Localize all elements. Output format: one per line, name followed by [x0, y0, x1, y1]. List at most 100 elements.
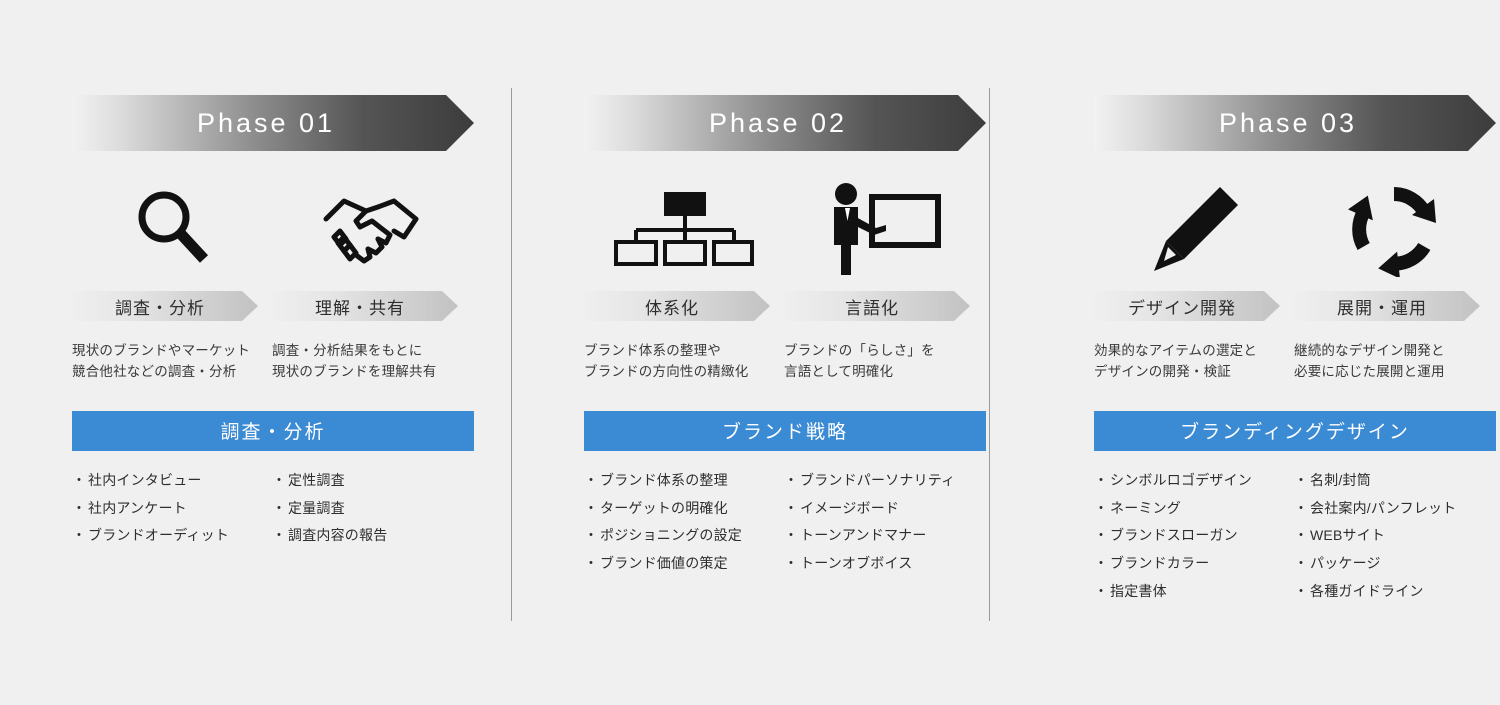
list-item: ・指定書体: [1094, 578, 1294, 606]
list-item-label: 定性調査: [288, 471, 345, 488]
description-1-1: 現状のブランドやマーケット 競合他社などの調査・分析: [72, 343, 251, 379]
sublabel-text-2-2: 言語化: [845, 298, 899, 318]
sublabel-banner-3-2: 展開・運用: [1294, 291, 1480, 321]
list-item-label: ブランド価値の策定: [600, 555, 728, 571]
list-item: ・定量調査: [272, 495, 472, 523]
list-item: ・イメージボード: [784, 495, 1004, 523]
bullet-marker-icon: ・: [272, 527, 287, 544]
list-item: ・ネーミング: [1094, 495, 1294, 523]
list-item: ・各種ガイドライン: [1294, 578, 1500, 606]
description-2-1: ブランド体系の整理や ブランドの方向性の精緻化: [584, 343, 749, 379]
bullet-marker-icon: ・: [784, 471, 799, 488]
sublabel-row-3: デザイン開発 展開・運用: [1094, 291, 1500, 321]
pencil-icon: [1094, 179, 1294, 279]
description-1-2: 調査・分析結果をもとに 現状のブランドを理解共有: [272, 343, 437, 379]
sublabel-text-2-1: 体系化: [645, 298, 699, 318]
list-item-label: 指定書体: [1110, 582, 1167, 599]
list-item: ・社内インタビュー: [72, 467, 272, 495]
sublabel-banner-2-1: 体系化: [584, 291, 770, 321]
bullet-marker-icon: ・: [1294, 582, 1309, 599]
org-chart-icon: [584, 179, 784, 279]
list-item: ・トーンアンドマナー: [784, 522, 1004, 550]
list-item-label: 会社案内/パンフレット: [1310, 499, 1457, 516]
bullet-marker-icon: ・: [1094, 555, 1109, 571]
bullet-marker-icon: ・: [1294, 527, 1309, 544]
bullet-marker-icon: ・: [1094, 499, 1109, 516]
sublabel-row-1: 調査・分析 理解・共有: [72, 291, 552, 321]
phase-title-3: Phase 03: [1218, 107, 1358, 138]
bullet-marker-icon: ・: [1294, 555, 1309, 571]
bullet-row-1: ・社内インタビュー ・社内アンケート ・ブランドオーディット ・定性調査 ・定量…: [72, 467, 482, 550]
sublabel-text-1-2: 理解・共有: [315, 298, 405, 318]
bullet-marker-icon: ・: [584, 555, 599, 571]
deliverable-bar-3: ブランディングデザイン: [1094, 410, 1496, 451]
phase-column-1: Phase 01 調査・分析 理解・共有 現状のブランドやマーケット 競合他社な…: [72, 0, 552, 705]
description-3-1: 効果的なアイテムの選定と デザインの開発・検証: [1094, 343, 1258, 379]
phase-title-2: Phase 02: [708, 107, 848, 138]
list-item: ・ブランド体系の整理: [584, 467, 784, 495]
list-item-label: トーンオブボイス: [800, 555, 913, 571]
sublabel-banner-1-1: 調査・分析: [72, 291, 258, 321]
description-row-1: 現状のブランドやマーケット 競合他社などの調査・分析 調査・分析結果をもとに 現…: [72, 341, 552, 383]
presenter-whiteboard-icon: [784, 179, 984, 279]
bullet-col-3-right: ・名刺/封筒 ・会社案内/パンフレット ・ WEBサイト ・パッケージ ・各種ガイ…: [1294, 467, 1500, 606]
list-item: ・ブランド価値の策定: [584, 550, 784, 578]
deliverable-title-3: ブランディングデザイン: [1180, 422, 1410, 444]
list-item-label: ブランドカラー: [1110, 555, 1210, 571]
sublabel-row-2: 体系化 言語化: [584, 291, 1064, 321]
bullet-col-3-left: ・シンボルロゴデザイン ・ネーミング ・ブランドスローガン ・ブランドカラー ・…: [1094, 467, 1294, 606]
list-item-label: シンボルロゴデザイン: [1110, 471, 1252, 488]
bullet-marker-icon: ・: [784, 527, 799, 544]
bullet-row-3: ・シンボルロゴデザイン ・ネーミング ・ブランドスローガン ・ブランドカラー ・…: [1094, 467, 1500, 606]
bullet-marker-icon: ・: [584, 471, 599, 488]
list-item: ・会社案内/パンフレット: [1294, 495, 1500, 523]
bullet-marker-icon: ・: [72, 527, 87, 544]
list-item: ・調査内容の報告: [272, 522, 472, 550]
list-item: ・ブランドスローガン: [1094, 522, 1294, 550]
list-item-label: 名刺/封筒: [1310, 471, 1371, 488]
phase-title-1: Phase 01: [196, 107, 336, 138]
list-item: ・ WEBサイト: [1294, 522, 1500, 550]
phase-banner-1: Phase 01: [72, 95, 474, 151]
sublabel-text-3-2: 展開・運用: [1337, 298, 1427, 318]
bullet-marker-icon: ・: [1294, 499, 1309, 516]
list-item: ・名刺/封筒: [1294, 467, 1500, 495]
sublabel-banner-2-2: 言語化: [784, 291, 970, 321]
list-item-label: 社内アンケート: [88, 499, 187, 516]
cycle-arrows-icon: [1294, 179, 1494, 279]
bullet-marker-icon: ・: [584, 499, 599, 516]
icon-row-3: [1094, 179, 1500, 279]
list-item-label: ネーミング: [1110, 499, 1181, 516]
phase-banner-3: Phase 03: [1094, 95, 1496, 151]
bullet-col-1-right: ・定性調査 ・定量調査 ・調査内容の報告: [272, 467, 472, 550]
bullet-marker-icon: ・: [72, 471, 87, 488]
list-item-label: パッケージ: [1310, 555, 1381, 571]
list-item-label: トーンアンドマナー: [800, 527, 927, 544]
bullet-marker-icon: ・: [584, 527, 599, 544]
list-item-label: WEBサイト: [1310, 527, 1386, 544]
list-item-label: 各種ガイドライン: [1310, 582, 1424, 599]
deliverable-title-2: ブランド戦略: [721, 422, 848, 444]
list-item-label: ポジショニングの設定: [600, 527, 742, 544]
list-item: ・ブランドオーディット: [72, 522, 272, 550]
list-item-label: 社内インタビュー: [88, 471, 202, 488]
bullet-marker-icon: ・: [72, 499, 87, 516]
sublabel-banner-1-2: 理解・共有: [272, 291, 458, 321]
list-item-label: ターゲットの明確化: [600, 499, 728, 516]
list-item: ・シンボルロゴデザイン: [1094, 467, 1294, 495]
bullet-marker-icon: ・: [1094, 471, 1109, 488]
list-item-label: ブランド体系の整理: [600, 471, 728, 488]
list-item-label: 定量調査: [288, 499, 345, 516]
bullet-col-2-left: ・ブランド体系の整理 ・ターゲットの明確化 ・ポジショニングの設定 ・ブランド価…: [584, 467, 784, 578]
bullet-marker-icon: ・: [272, 471, 287, 488]
list-item: ・定性調査: [272, 467, 472, 495]
phase-column-2: Phase 02 体系化 言語化 ブランド体系の整理や ブランドの方向性の精緻化…: [584, 0, 1064, 705]
bullet-marker-icon: ・: [784, 499, 799, 516]
list-item-label: イメージボード: [800, 499, 900, 516]
magnifier-icon: [72, 179, 272, 279]
list-item-label: 調査内容の報告: [288, 527, 388, 544]
icon-row-1: [72, 179, 552, 279]
list-item: ・トーンオブボイス: [784, 550, 1004, 578]
list-item-label: ブランドオーディット: [88, 527, 230, 544]
bullet-marker-icon: ・: [1294, 471, 1309, 488]
